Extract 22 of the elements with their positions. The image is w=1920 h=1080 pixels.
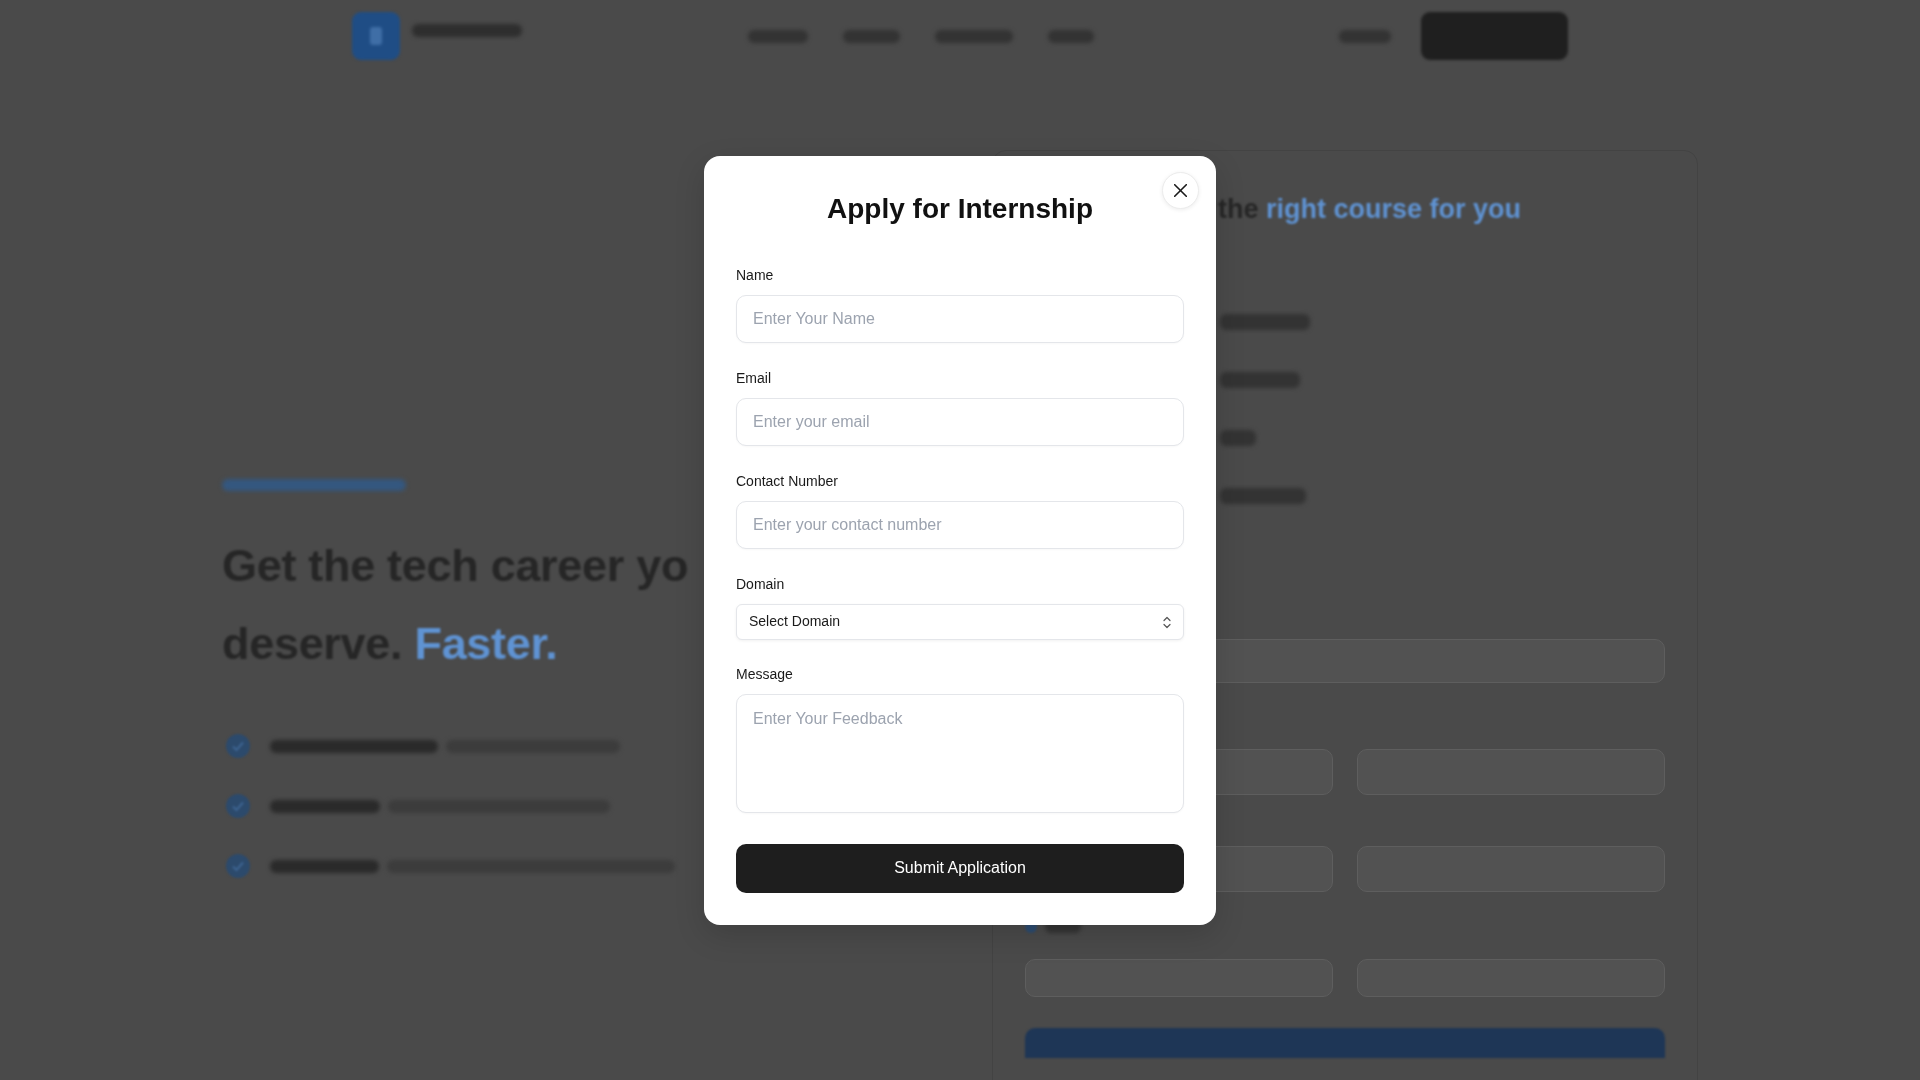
input-field[interactable]: Enter your contact number (736, 500, 1184, 549)
input-field[interactable]: Enter Your Name (736, 294, 1184, 343)
input-field[interactable]: Enter your email (736, 397, 1184, 446)
field-label: Name (736, 265, 775, 285)
blurred-text (1220, 430, 1256, 446)
field-label: Email (736, 368, 772, 388)
logo-icon (352, 12, 400, 60)
message-field[interactable]: Enter Your Feedback (736, 693, 1184, 813)
field-label: Domain (736, 574, 786, 594)
submit-button[interactable]: Submit Application (736, 843, 1184, 893)
select-field[interactable]: Select Domain (736, 603, 1184, 640)
chevron-up-down-icon (1163, 615, 1171, 629)
close-button[interactable] (1162, 171, 1199, 209)
check-circle-icon (226, 794, 250, 818)
field-label: Message (736, 664, 794, 684)
field-label: Contact Number (736, 471, 839, 491)
close-icon (1174, 183, 1187, 197)
blurred-button[interactable] (1025, 1028, 1665, 1058)
dialog-title: Apply for Internship (826, 191, 1094, 226)
check-circle-icon (226, 734, 250, 758)
check-circle-icon (226, 854, 250, 878)
blurred-button[interactable] (1421, 12, 1568, 60)
